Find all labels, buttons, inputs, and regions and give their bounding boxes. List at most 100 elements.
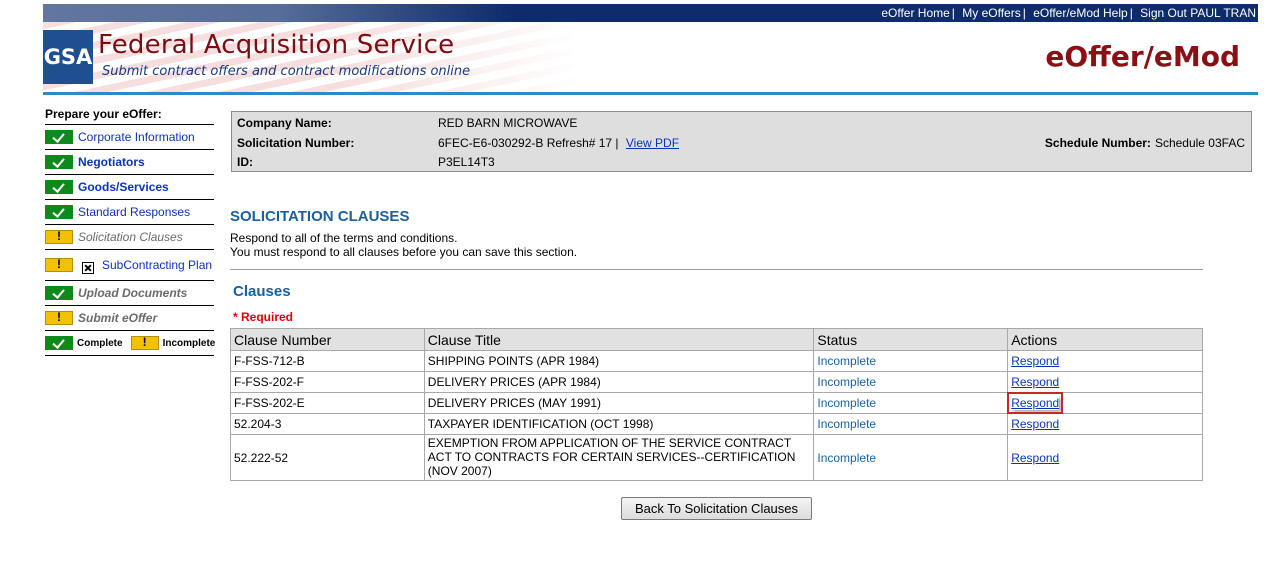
check-icon [45, 180, 73, 194]
clause-number: F-FSS-202-F [230, 371, 425, 393]
clause-actions-cell: Respond [1007, 392, 1203, 414]
id-value: P3EL14T3 [438, 155, 495, 169]
gsa-logo: GSA [43, 30, 93, 84]
clause-number: 52.222-52 [230, 434, 425, 481]
clause-status: Incomplete [813, 392, 1009, 414]
clause-status: Incomplete [813, 350, 1009, 372]
column-header: Actions [1007, 328, 1203, 351]
table-row: F-FSS-712-B SHIPPING POINTS (APR 1984) I… [230, 350, 1203, 372]
company-name-label: Company Name: [237, 116, 332, 130]
column-header: Status [813, 328, 1009, 351]
page-title: SOLICITATION CLAUSES [230, 208, 410, 225]
agency-subtitle: Submit contract offers and contract modi… [102, 64, 471, 79]
respond-link[interactable]: Respond [1011, 375, 1059, 389]
clause-title: DELIVERY PRICES (MAY 1991) [423, 392, 815, 414]
sidebar-item-corporate-information[interactable]: Corporate Information [45, 125, 214, 150]
check-icon [45, 205, 73, 219]
nav-my-eoffers-link[interactable]: My eOffers [962, 6, 1020, 20]
sidebar-item-label[interactable]: Goods/Services [78, 180, 169, 194]
required-note: * Required [233, 310, 294, 324]
sidebar-item-label: Submit eOffer [78, 311, 158, 325]
status-legend: Complete Incomplete [45, 331, 216, 356]
check-icon [45, 286, 73, 300]
offer-info-panel: Company Name: RED BARN MICROWAVE Solicit… [231, 111, 1252, 172]
sidebar-item-standard-responses[interactable]: Standard Responses [45, 200, 214, 225]
solicitation-number-label: Solicitation Number: [237, 136, 355, 150]
clauses-table: Clause Number Clause Title Status Action… [230, 328, 1203, 481]
sidebar-item-label: Solicitation Clauses [78, 230, 183, 244]
warning-icon [45, 229, 73, 244]
clause-status: Incomplete [813, 434, 1009, 481]
warning-icon [45, 257, 73, 272]
check-icon [45, 155, 73, 169]
schedule-number-value: Schedule 03FAC [1154, 136, 1245, 150]
sidebar-item-subcontracting-plan[interactable]: SubContracting Plan [45, 250, 214, 281]
table-row: 52.204-3 TAXPAYER IDENTIFICATION (OCT 19… [230, 413, 1203, 435]
table-header-row: Clause Number Clause Title Status Action… [230, 328, 1203, 351]
check-icon [45, 336, 73, 350]
table-row: 52.222-52 EXEMPTION FROM APPLICATION OF … [230, 434, 1203, 481]
sidebar-item-label[interactable]: SubContracting Plan [102, 258, 212, 272]
sidebar: Prepare your eOffer: Corporate Informati… [45, 105, 216, 356]
nav-help-link[interactable]: eOffer/eMod Help [1033, 6, 1128, 20]
header-divider [43, 92, 1258, 95]
schedule-number-label: Schedule Number: [1044, 136, 1151, 150]
flag-decoration [43, 4, 513, 22]
nav-sign-out-link[interactable]: Sign Out PAUL TRAN [1140, 6, 1256, 20]
instructions: Respond to all of the terms and conditio… [230, 231, 577, 259]
clause-title: DELIVERY PRICES (APR 1984) [423, 371, 815, 393]
sidebar-item-label[interactable]: Negotiators [78, 155, 145, 169]
sidebar-item-solicitation-clauses: Solicitation Clauses [45, 225, 214, 250]
clause-title: SHIPPING POINTS (APR 1984) [423, 350, 815, 372]
warning-icon [45, 310, 73, 325]
view-pdf-link[interactable]: View PDF [626, 136, 679, 150]
clause-status: Incomplete [813, 371, 1009, 393]
table-row: F-FSS-202-E DELIVERY PRICES (MAY 1991) I… [230, 392, 1203, 414]
sidebar-title: Prepare your eOffer: [45, 105, 214, 125]
sidebar-item-label[interactable]: Corporate Information [78, 130, 195, 144]
column-header: Clause Number [230, 328, 425, 351]
header-banner: GSA Federal Acquisition Service Submit c… [43, 22, 1258, 92]
clause-number: 52.204-3 [230, 413, 425, 435]
section-divider [230, 269, 1203, 270]
solicitation-number-value: 6FEC-E6-030292-B Refresh# 17 | [438, 136, 619, 150]
sidebar-item-label[interactable]: Standard Responses [78, 205, 190, 219]
top-nav-bar: eOffer Home | My eOffers | eOffer/eMod Hel… [43, 4, 1258, 22]
clause-actions-cell: Respond [1007, 413, 1203, 435]
company-name-value: RED BARN MICROWAVE [438, 116, 578, 130]
sidebar-item-label: Upload Documents [78, 286, 188, 300]
clause-actions-cell: Respond [1007, 350, 1203, 372]
clause-actions-cell: Respond [1007, 371, 1203, 393]
sidebar-item-upload-documents: Upload Documents [45, 281, 214, 306]
respond-link[interactable]: Respond [1011, 417, 1059, 431]
table-row: F-FSS-202-F DELIVERY PRICES (APR 1984) I… [230, 371, 1203, 393]
respond-link[interactable]: Respond [1011, 354, 1059, 368]
back-to-solicitation-clauses-button[interactable]: Back To Solicitation Clauses [621, 497, 812, 520]
agency-title: Federal Acquisition Service [98, 30, 455, 60]
nav-eoffer-home-link[interactable]: eOffer Home [881, 6, 949, 20]
sidebar-item-goods-services[interactable]: Goods/Services [45, 175, 214, 200]
legend-incomplete-label: Incomplete [162, 337, 216, 349]
respond-link[interactable]: Respond [1011, 451, 1059, 465]
warning-icon [130, 335, 159, 350]
id-label: ID: [237, 155, 253, 169]
clause-status: Incomplete [813, 413, 1009, 435]
sidebar-item-submit-eoffer: Submit eOffer [45, 306, 214, 331]
clauses-heading: Clauses [233, 283, 291, 300]
clause-title: TAXPAYER IDENTIFICATION (OCT 1998) [423, 413, 815, 435]
schedule-number: Schedule Number: Schedule 03FAC [1045, 136, 1245, 150]
column-header: Clause Title [423, 328, 815, 351]
instruction-line: You must respond to all clauses before y… [230, 245, 578, 259]
instruction-line: Respond to all of the terms and conditio… [230, 231, 458, 245]
clause-number: F-FSS-202-E [230, 392, 425, 414]
sidebar-item-negotiators[interactable]: Negotiators [45, 150, 214, 175]
app-brand: eOffer/eMod [1045, 40, 1240, 73]
clause-actions-cell: Respond [1007, 434, 1203, 481]
legend-complete-label: Complete [77, 337, 123, 349]
close-icon [82, 262, 94, 274]
respond-link-highlighted[interactable]: Respond [1007, 392, 1064, 414]
clause-number: F-FSS-712-B [230, 350, 425, 372]
check-icon [45, 130, 73, 144]
clause-title: EXEMPTION FROM APPLICATION OF THE SERVIC… [423, 434, 815, 481]
top-links: eOffer Home | My eOffers | eOffer/eMod Hel… [881, 6, 1256, 20]
